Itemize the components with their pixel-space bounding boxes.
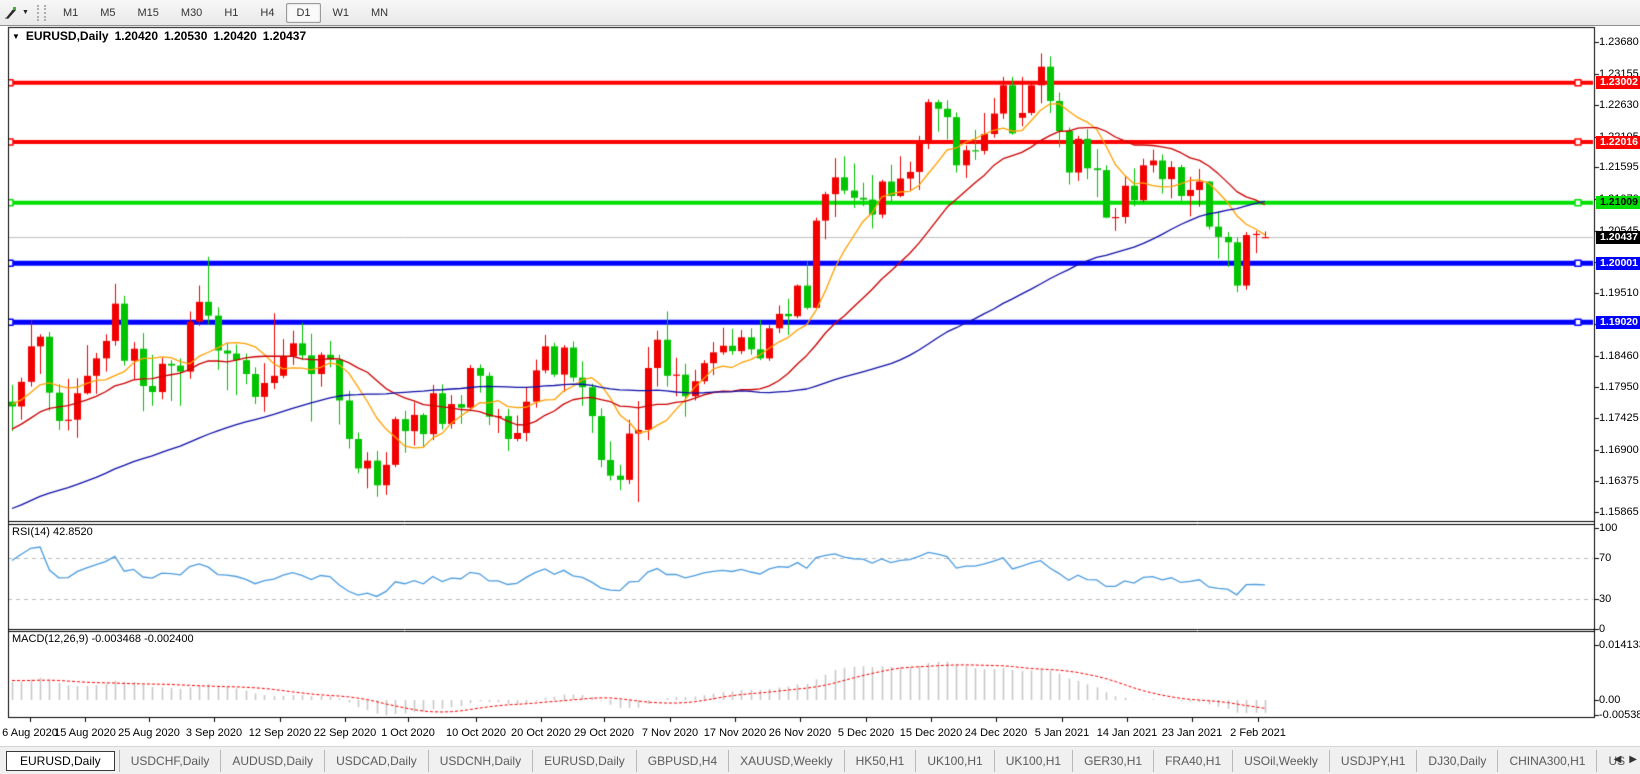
chart-tab-audusd-daily[interactable]: AUDUSD,Daily (220, 750, 324, 772)
chart-tab-usdcad-daily[interactable]: USDCAD,Daily (324, 750, 428, 772)
chart-tab-uk100-h1-2[interactable]: UK100,H1 (994, 750, 1072, 772)
chart-canvas[interactable] (0, 0, 1640, 774)
chart-tab-usdchf-daily[interactable]: USDCHF,Daily (119, 750, 221, 772)
toolbar-grip-handle[interactable] (37, 5, 46, 21)
chart-tab-gbpusd-h4[interactable]: GBPUSD,H4 (636, 750, 728, 772)
chart-tab-usdcnh-daily[interactable]: USDCNH,Daily (428, 750, 532, 772)
timeframe-button-d1[interactable]: D1 (286, 3, 320, 23)
chart-tab-usdjpy-h1[interactable]: USDJPY,H1 (1329, 750, 1416, 772)
timeframe-button-m5[interactable]: M5 (90, 3, 125, 23)
chart-tab-bar: EURUSD,Daily USDCHF,Daily AUDUSD,Daily U… (0, 746, 1640, 774)
cursor-tool-dropdown-icon[interactable]: ▼ (22, 9, 29, 16)
timeframe-button-mn[interactable]: MN (361, 3, 398, 23)
timeframe-button-h1[interactable]: H1 (214, 3, 248, 23)
timeframe-button-m30[interactable]: M30 (171, 3, 212, 23)
cursor-tool-icon[interactable] (1, 4, 21, 22)
chart-tab-eurusd-daily[interactable]: EURUSD,Daily (6, 751, 115, 771)
chart-tab-eurusd-daily-2[interactable]: EURUSD,Daily (532, 750, 636, 772)
chart-tab-ger30-h1[interactable]: GER30,H1 (1072, 750, 1153, 772)
tabs-scroll-left-icon[interactable]: ◀ (1614, 753, 1622, 767)
chart-tab-usoil-weekly[interactable]: USOil,Weekly (1232, 750, 1329, 772)
chart-tab-uk100-h1[interactable]: UK100,H1 (915, 750, 993, 772)
chart-tab-dj30-daily[interactable]: DJ30,Daily (1416, 750, 1497, 772)
chart-tab-fra40-h1[interactable]: FRA40,H1 (1153, 750, 1232, 772)
timeframe-button-m1[interactable]: M1 (53, 3, 88, 23)
chart-tab-china300-h1[interactable]: CHINA300,H1 (1497, 750, 1596, 772)
timeframe-button-m15[interactable]: M15 (128, 3, 169, 23)
mt4-window: ▼ M1 M5 M15 M30 H1 H4 D1 W1 MN ▼ EURUSD,… (0, 0, 1640, 774)
chart-tab-hk50-h1[interactable]: HK50,H1 (844, 750, 916, 772)
chart-tab-xauusd-weekly[interactable]: XAUUSD,Weekly (728, 750, 843, 772)
timeframe-button-h4[interactable]: H4 (250, 3, 284, 23)
toolbar: ▼ M1 M5 M15 M30 H1 H4 D1 W1 MN (0, 0, 1640, 26)
tabs-scroll-right-icon[interactable]: ▶ (1629, 753, 1637, 767)
timeframe-button-w1[interactable]: W1 (323, 3, 360, 23)
